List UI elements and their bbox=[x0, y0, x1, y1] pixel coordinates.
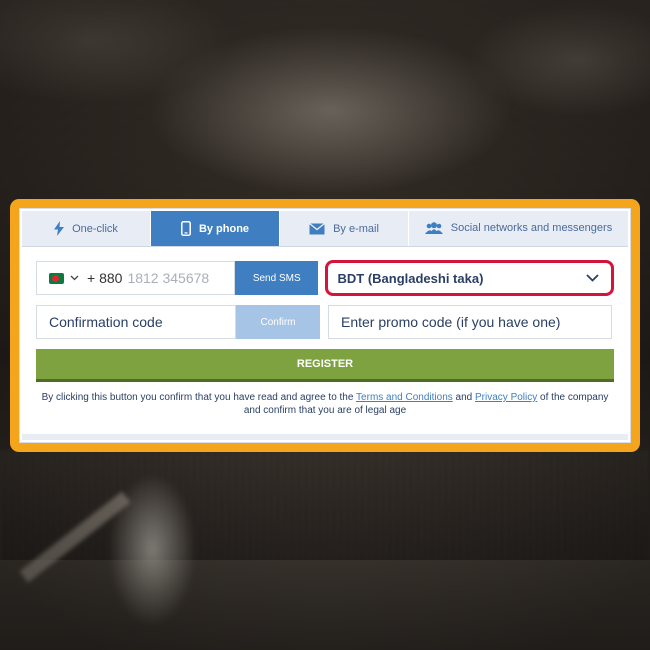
confirmation-code-input[interactable] bbox=[49, 314, 235, 330]
legal-text-before: By clicking this button you confirm that… bbox=[41, 392, 354, 403]
confirmation-row: Confirm bbox=[36, 305, 614, 339]
tab-by-phone-label: By phone bbox=[198, 222, 250, 235]
bangladesh-flag-icon[interactable] bbox=[49, 272, 64, 284]
currency-select[interactable]: BDT (Bangladeshi taka) bbox=[325, 260, 614, 296]
currency-selected-value: BDT (Bangladeshi taka) bbox=[337, 270, 484, 286]
phone-icon bbox=[180, 221, 191, 236]
form-bottom-divider bbox=[22, 434, 628, 440]
chevron-down-icon bbox=[586, 269, 599, 287]
privacy-policy-link[interactable]: Privacy Policy bbox=[475, 392, 537, 403]
phone-prefix: + 880 bbox=[87, 270, 123, 286]
send-sms-button[interactable]: Send SMS bbox=[234, 261, 319, 295]
tab-by-email[interactable]: By e-mail bbox=[280, 211, 409, 246]
envelope-icon bbox=[309, 222, 325, 235]
registration-tabs: One-click By phone By e-mail Social netw… bbox=[22, 211, 628, 247]
register-button[interactable]: REGISTER bbox=[36, 349, 614, 382]
confirm-button[interactable]: Confirm bbox=[236, 305, 320, 339]
confirmation-code-field[interactable] bbox=[36, 305, 236, 339]
country-chevron-down-icon[interactable] bbox=[70, 273, 79, 283]
tab-social-networks-label: Social networks and messengers bbox=[450, 222, 613, 234]
tab-by-email-label: By e-mail bbox=[333, 222, 379, 235]
phone-row: + 880 Send SMS BDT (Bangladeshi taka) bbox=[36, 260, 614, 296]
lightning-icon bbox=[54, 221, 65, 236]
registration-form: One-click By phone By e-mail Social netw… bbox=[19, 208, 631, 443]
registration-frame: One-click By phone By e-mail Social netw… bbox=[10, 199, 640, 452]
phone-input[interactable] bbox=[127, 270, 223, 286]
tab-by-phone[interactable]: By phone bbox=[151, 211, 280, 246]
promo-code-input[interactable] bbox=[341, 314, 611, 330]
tab-one-click-label: One-click bbox=[72, 222, 118, 235]
promo-code-field[interactable] bbox=[328, 305, 612, 339]
tab-social-networks[interactable]: Social networks and messengers bbox=[409, 211, 628, 246]
tab-one-click[interactable]: One-click bbox=[22, 211, 151, 246]
phone-field[interactable]: + 880 bbox=[36, 261, 235, 295]
legal-and: and bbox=[455, 392, 473, 403]
users-icon bbox=[424, 222, 443, 235]
terms-and-conditions-link[interactable]: Terms and Conditions bbox=[356, 392, 453, 403]
legal-notice: By clicking this button you confirm that… bbox=[34, 391, 616, 417]
